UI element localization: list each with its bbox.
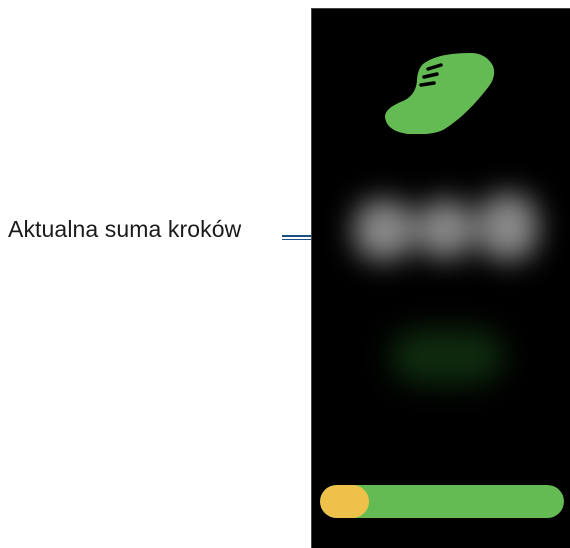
step-progress-bar (320, 485, 564, 518)
step-progress-fill (320, 485, 369, 518)
step-count-display (340, 174, 550, 299)
step-goal-display (392, 329, 502, 384)
watch-screen (311, 8, 570, 548)
callout-label: Aktualna suma kroków (8, 216, 242, 242)
callout: Aktualna suma kroków (8, 216, 241, 243)
running-shoe-icon (385, 53, 495, 134)
